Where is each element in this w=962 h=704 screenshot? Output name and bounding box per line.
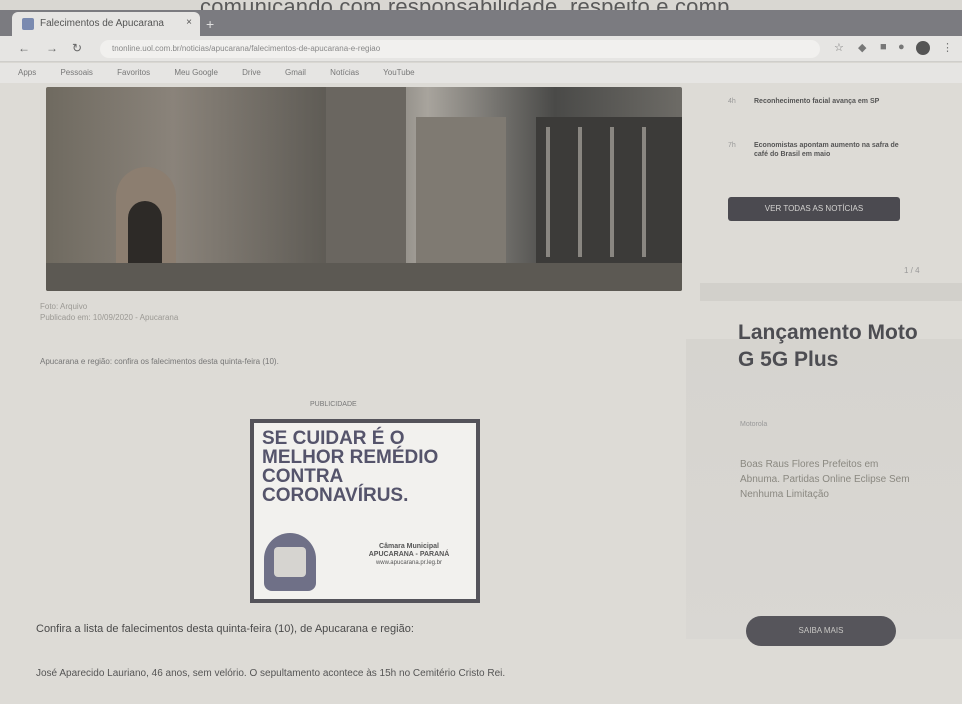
promo-button[interactable]: SAIBA MAIS <box>746 616 896 646</box>
ad-org-sub: APUCARANA - PARANÁ <box>368 551 450 558</box>
caption-line: Publicado em: 10/09/2020 - Apucarana <box>40 313 179 322</box>
favicon-icon <box>22 18 34 30</box>
news-title[interactable]: Economistas apontam aumento na safra de … <box>754 141 904 159</box>
bookmark-item[interactable]: Pessoais <box>60 68 92 77</box>
city-crest-icon <box>264 533 316 591</box>
gate-shape <box>536 117 682 267</box>
address-bar-row: ← → ↻ tnonline.uol.com.br/noticias/apuca… <box>0 36 962 62</box>
chapel-shape <box>116 167 176 277</box>
tab-bar: Falecimentos de Apucarana × + <box>0 10 962 36</box>
hero-photo <box>46 87 682 291</box>
ad-headline: SE CUIDAR É O MELHOR REMÉDIO CONTRA CORO… <box>262 428 439 506</box>
news-time: 4h <box>728 98 736 105</box>
bookmark-item[interactable]: YouTube <box>383 68 414 77</box>
bookmark-item[interactable]: Drive <box>242 68 261 77</box>
ad-footer: Câmara Municipal APUCARANA - PARANÁ www.… <box>344 543 474 567</box>
sidebar-news-item[interactable]: 4h Reconhecimento facial avança em SP <box>728 97 908 117</box>
ad-site: www.apucarana.pr.leg.br <box>375 560 443 566</box>
star-icon[interactable]: ☆ <box>834 41 844 54</box>
tab-title: Falecimentos de Apucarana <box>40 18 164 29</box>
news-title[interactable]: Reconhecimento facial avança em SP <box>754 97 904 106</box>
photo-caption: Foto: Arquivo Publicado em: 10/09/2020 -… <box>40 301 440 323</box>
news-time: 7h <box>728 142 736 149</box>
puzzle-icon[interactable]: ■ <box>880 41 887 53</box>
bookmark-item[interactable]: Favoritos <box>117 68 150 77</box>
tomb-shape <box>326 87 406 291</box>
extension-icon-2[interactable]: ● <box>898 41 905 53</box>
caption-line: Foto: Arquivo <box>40 302 88 311</box>
gate-bars <box>546 127 672 257</box>
new-tab-icon[interactable]: + <box>206 16 214 32</box>
ad-org: Câmara Municipal <box>379 543 439 550</box>
promo-description: Boas Raus Flores Prefeitos em Abnuma. Pa… <box>740 459 910 500</box>
web-page: Foto: Arquivo Publicado em: 10/09/2020 -… <box>0 83 962 704</box>
back-icon[interactable]: ← <box>18 41 30 55</box>
url-input[interactable]: tnonline.uol.com.br/noticias/apucarana/f… <box>100 40 820 58</box>
bookmark-item[interactable]: Gmail <box>285 68 306 77</box>
ground-shape <box>46 263 682 291</box>
pager: 1 / 4 <box>904 266 920 275</box>
reload-icon[interactable]: ↻ <box>72 41 82 55</box>
avatar[interactable] <box>916 41 930 55</box>
bookmark-item[interactable]: Apps <box>18 68 36 77</box>
forward-icon[interactable]: → <box>46 41 58 55</box>
bookmark-item[interactable]: Notícias <box>330 68 359 77</box>
article-paragraph: Confira a lista de falecimentos desta qu… <box>36 623 414 635</box>
extension-icon[interactable]: ◆ <box>858 41 866 54</box>
all-news-button[interactable]: VER TODAS AS NOTÍCIAS <box>728 197 900 221</box>
promo-title[interactable]: Lançamento Moto G 5G Plus <box>738 319 918 373</box>
ad-banner[interactable]: SE CUIDAR É O MELHOR REMÉDIO CONTRA CORO… <box>250 419 480 603</box>
sidebar-divider <box>700 283 962 301</box>
ad-label: PUBLICIDADE <box>310 401 357 408</box>
article-summary: Apucarana e região: confira os falecimen… <box>40 357 279 366</box>
tomb-shape <box>416 117 506 287</box>
menu-icon[interactable]: ⋮ <box>942 41 953 54</box>
article-paragraph: José Aparecido Lauriano, 46 anos, sem ve… <box>36 668 506 679</box>
promo-meta: Motorola <box>740 421 768 428</box>
bookmarks-bar: Apps Pessoais Favoritos Meu Google Drive… <box>0 63 962 83</box>
bookmark-item[interactable]: Meu Google <box>174 68 218 77</box>
browser-tab[interactable]: Falecimentos de Apucarana × <box>12 12 200 36</box>
sidebar-news-item[interactable]: 7h Economistas apontam aumento na safra … <box>728 141 908 171</box>
close-icon[interactable]: × <box>186 17 192 28</box>
